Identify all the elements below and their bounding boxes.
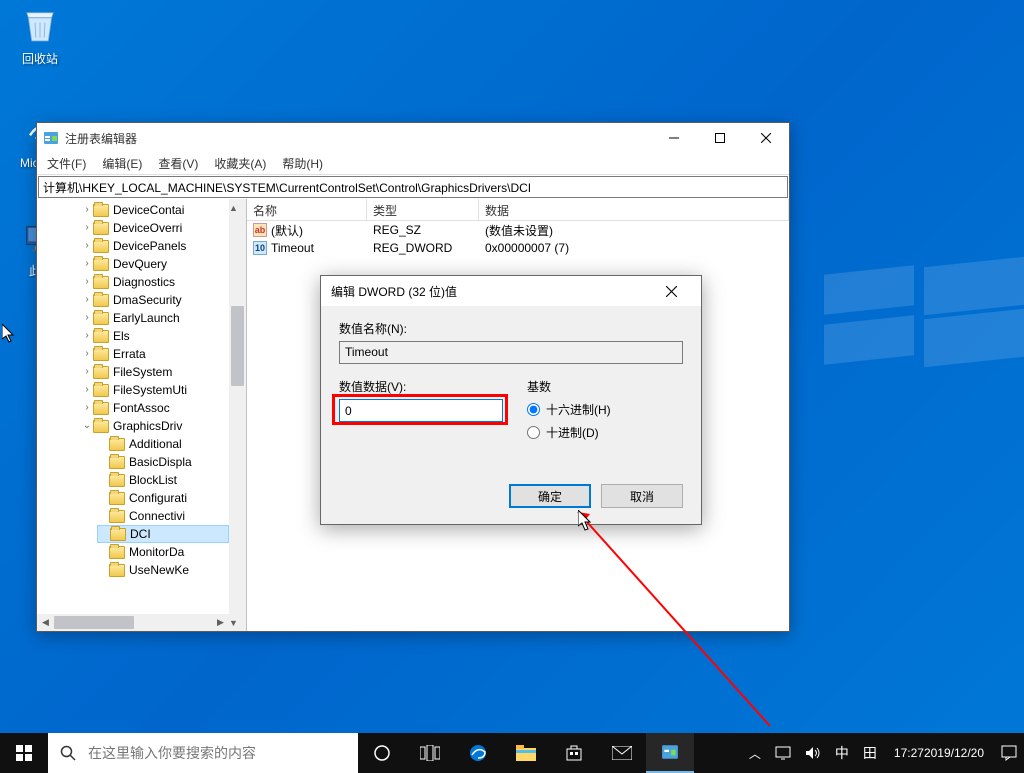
menu-fav[interactable]: 收藏夹(A)	[206, 153, 274, 174]
address-bar[interactable]: 计算机\HKEY_LOCAL_MACHINE\SYSTEM\CurrentCon…	[38, 176, 788, 198]
tray-network-icon[interactable]	[768, 733, 798, 773]
col-type[interactable]: 类型	[367, 199, 479, 220]
base-label: 基数	[527, 378, 611, 395]
cursor-icon	[2, 324, 18, 344]
menubar: 文件(F) 编辑(E) 查看(V) 收藏夹(A) 帮助(H)	[37, 153, 789, 175]
tree-vscroll[interactable]: ▲ ▼	[229, 199, 246, 631]
clock[interactable]: 17:27 2019/12/20	[884, 733, 994, 773]
tray-volume-icon[interactable]	[798, 733, 828, 773]
menu-file[interactable]: 文件(F)	[39, 153, 94, 174]
dialog-close-button[interactable]	[651, 278, 691, 304]
store-taskbar-icon[interactable]	[550, 733, 598, 773]
dialog-title: 编辑 DWORD (32 位)值	[331, 283, 651, 300]
tray-chevron-icon[interactable]: ︿	[742, 733, 768, 773]
ime-indicator-2[interactable]: 田	[856, 733, 884, 773]
tree-item[interactable]: ›EarlyLaunch	[81, 309, 229, 327]
taskbar: 在这里输入你要搜索的内容 ︿ 中 田 17:27 2019/12/20	[0, 733, 1024, 773]
ok-button[interactable]: 确定	[509, 484, 591, 508]
titlebar[interactable]: 注册表编辑器	[37, 123, 789, 153]
dialog-titlebar[interactable]: 编辑 DWORD (32 位)值	[321, 276, 701, 306]
radio-dec-label: 十进制(D)	[546, 424, 599, 441]
tree-item[interactable]: ›DevQuery	[81, 255, 229, 273]
tree-item[interactable]: ›Diagnostics	[81, 273, 229, 291]
address-text: 计算机\HKEY_LOCAL_MACHINE\SYSTEM\CurrentCon…	[43, 179, 531, 196]
tree-item[interactable]: ›DeviceContai	[81, 201, 229, 219]
regedit-taskbar-icon[interactable]	[646, 733, 694, 773]
col-data[interactable]: 数据	[479, 199, 789, 220]
list-row[interactable]: ab(默认)REG_SZ(数值未设置)	[247, 221, 789, 239]
regedit-icon	[43, 130, 59, 146]
reg-dw-icon: 10	[253, 241, 267, 255]
search-placeholder: 在这里输入你要搜索的内容	[88, 743, 256, 763]
ime-indicator[interactable]: 中	[828, 733, 856, 773]
tree-item[interactable]: ›Els	[81, 327, 229, 345]
recycle-bin[interactable]: 回收站	[2, 6, 78, 67]
tree-item[interactable]: ›DmaSecurity	[81, 291, 229, 309]
radio-hex[interactable]: 十六进制(H)	[527, 401, 611, 418]
tree-item[interactable]: DCI	[97, 525, 229, 543]
tree-item[interactable]: BlockList	[97, 471, 229, 489]
menu-help[interactable]: 帮助(H)	[274, 153, 331, 174]
list-header[interactable]: 名称 类型 数据	[247, 199, 789, 221]
desktop-windows-logo	[824, 270, 1024, 470]
search-icon	[48, 745, 88, 761]
explorer-taskbar-icon[interactable]	[502, 733, 550, 773]
tree-item[interactable]: UseNewKe	[97, 561, 229, 579]
tree-item[interactable]: ›FontAssoc	[81, 399, 229, 417]
radio-dec-input[interactable]	[527, 426, 540, 439]
menu-view[interactable]: 查看(V)	[150, 153, 206, 174]
list-row[interactable]: 10TimeoutREG_DWORD0x00000007 (7)	[247, 239, 789, 257]
radio-dec[interactable]: 十进制(D)	[527, 424, 611, 441]
tree-item[interactable]: BasicDispla	[97, 453, 229, 471]
tree-item[interactable]: ›Errata	[81, 345, 229, 363]
taskview-icon[interactable]	[406, 733, 454, 773]
name-field: Timeout	[339, 341, 683, 364]
minimize-button[interactable]	[651, 123, 697, 153]
clock-time: 17:27	[894, 746, 924, 760]
tree-item[interactable]: Connectivi	[97, 507, 229, 525]
window-title: 注册表编辑器	[65, 130, 651, 147]
action-center-icon[interactable]	[994, 733, 1024, 773]
menu-edit[interactable]: 编辑(E)	[94, 153, 150, 174]
tree-item[interactable]: ›DeviceOverri	[81, 219, 229, 237]
tree-item[interactable]: Additional	[97, 435, 229, 453]
start-button[interactable]	[0, 733, 48, 773]
tree-item[interactable]: ›DevicePanels	[81, 237, 229, 255]
close-button[interactable]	[743, 123, 789, 153]
mail-taskbar-icon[interactable]	[598, 733, 646, 773]
cancel-button[interactable]: 取消	[601, 484, 683, 508]
edge-taskbar-icon[interactable]	[454, 733, 502, 773]
radio-hex-label: 十六进制(H)	[546, 401, 611, 418]
data-input[interactable]	[339, 399, 503, 422]
search-box[interactable]: 在这里输入你要搜索的内容	[48, 733, 358, 773]
tree-item[interactable]: ›FileSystem	[81, 363, 229, 381]
col-name[interactable]: 名称	[247, 199, 367, 220]
recycle-bin-label: 回收站	[2, 50, 78, 67]
radio-hex-input[interactable]	[527, 403, 540, 416]
data-label: 数值数据(V):	[339, 378, 503, 395]
tree-hscroll[interactable]: ◀ ▶	[37, 614, 229, 631]
tree-item[interactable]: ›FileSystemUti	[81, 381, 229, 399]
name-label: 数值名称(N):	[339, 320, 683, 337]
edit-dword-dialog: 编辑 DWORD (32 位)值 数值名称(N): Timeout 数值数据(V…	[320, 275, 702, 525]
tree-item-graphicsdrivers[interactable]: ⌄GraphicsDriv	[81, 417, 229, 435]
reg-sz-icon: ab	[253, 223, 267, 237]
tree-view[interactable]: ›DeviceContai›DeviceOverri›DevicePanels›…	[37, 199, 247, 631]
clock-date: 2019/12/20	[924, 746, 984, 760]
cortana-icon[interactable]	[358, 733, 406, 773]
tree-item[interactable]: MonitorDa	[97, 543, 229, 561]
name-value: Timeout	[345, 345, 388, 359]
tree-item[interactable]: Configurati	[97, 489, 229, 507]
maximize-button[interactable]	[697, 123, 743, 153]
